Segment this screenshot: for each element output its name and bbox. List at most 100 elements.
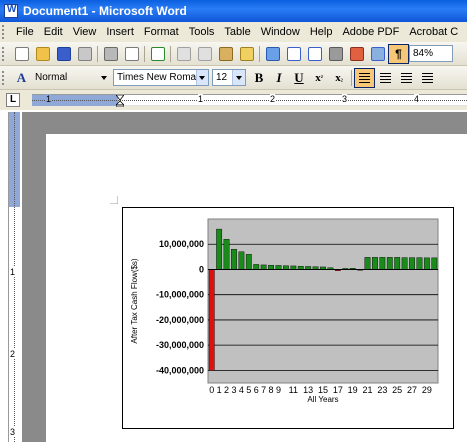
print-preview-button[interactable]	[121, 44, 142, 64]
style-value: Normal	[35, 72, 68, 83]
align-center-button[interactable]	[375, 68, 396, 88]
style-combobox[interactable]: Normal	[32, 69, 110, 86]
align-right-button[interactable]	[396, 68, 417, 88]
toolbar-separator	[170, 45, 171, 62]
x-axis-title: All Years	[307, 395, 338, 404]
font-combobox[interactable]: Times New Roman	[113, 69, 209, 86]
horizontal-ruler[interactable]: 1 1 2 3 4	[32, 94, 467, 107]
save-button[interactable]	[53, 44, 74, 64]
x-tick-label: 4	[239, 385, 244, 395]
ruler-number: 4	[414, 94, 420, 104]
drawing-button[interactable]	[346, 44, 367, 64]
bar	[372, 257, 378, 270]
columns-button[interactable]	[325, 44, 346, 64]
window-title: Document1 - Microsoft Word	[23, 4, 187, 18]
print-button[interactable]	[100, 44, 121, 64]
document-map-icon	[370, 46, 385, 61]
open-button[interactable]	[32, 44, 53, 64]
x-tick-label: 29	[422, 385, 432, 395]
menu-acrobat-comments[interactable]: Acrobat C	[404, 26, 463, 38]
bar	[364, 257, 371, 270]
print-preview-icon	[124, 46, 139, 61]
bar	[379, 257, 386, 270]
y-tick-label: -30,000,000	[156, 340, 204, 350]
x-tick-label: 21	[363, 385, 373, 395]
horizontal-ruler-row: L 1 1 2 3 4	[0, 90, 467, 110]
word-app-icon[interactable]	[4, 4, 18, 18]
tab-selector-button[interactable]: L	[6, 93, 20, 107]
ruler-number: 3	[342, 94, 348, 104]
style-dropdown-arrow[interactable]	[97, 70, 110, 85]
copy-icon	[197, 46, 212, 61]
cut-button[interactable]	[173, 44, 194, 64]
menu-help[interactable]: Help	[305, 26, 338, 38]
menu-tools[interactable]: Tools	[184, 26, 220, 38]
document-map-button[interactable]	[367, 44, 388, 64]
menu-bar: File Edit View Insert Format Tools Table…	[0, 22, 467, 42]
bar	[260, 264, 267, 270]
menu-insert[interactable]: Insert	[101, 26, 139, 38]
menu-file[interactable]: File	[11, 26, 39, 38]
format-painter-button[interactable]	[236, 44, 257, 64]
x-tick-label: 19	[348, 385, 358, 395]
x-tick-label: 1	[217, 385, 222, 395]
scissors-icon	[176, 46, 191, 61]
bar	[238, 251, 245, 270]
plot-area	[207, 218, 439, 384]
spelling-button[interactable]	[147, 44, 168, 64]
insert-table-button[interactable]	[304, 44, 325, 64]
font-size-value: 12	[216, 72, 228, 83]
toolbar-separator	[259, 45, 260, 62]
bar	[253, 264, 260, 270]
align-right-icon	[401, 72, 412, 83]
bar	[245, 254, 252, 270]
paste-button[interactable]	[215, 44, 236, 64]
vruler-number: 2	[10, 349, 16, 359]
toolbar-separator	[97, 45, 98, 62]
insert-hyperlink-button[interactable]	[262, 44, 283, 64]
italic-button[interactable]: I	[269, 68, 289, 88]
toolbar-grip-handle[interactable]	[2, 46, 8, 61]
x-tick-label: 8	[269, 385, 274, 395]
clipboard-icon	[218, 46, 233, 61]
toolbar-grip-handle[interactable]	[2, 70, 8, 85]
y-tick-label: -10,000,000	[156, 290, 204, 300]
show-hide-formatting-button[interactable]: ¶	[388, 43, 409, 64]
bar	[216, 228, 223, 270]
menu-format[interactable]: Format	[139, 26, 184, 38]
font-dropdown-arrow[interactable]	[195, 70, 208, 85]
font-size-dropdown-arrow[interactable]	[232, 70, 245, 85]
menu-table[interactable]: Table	[219, 26, 255, 38]
indent-marker-handle[interactable]	[116, 95, 124, 107]
bar	[275, 265, 282, 270]
permission-button[interactable]	[74, 44, 95, 64]
menu-window[interactable]: Window	[256, 26, 305, 38]
x-tick-label: 7	[261, 385, 266, 395]
document-area[interactable]: -40,000,000 -30,000,000 -20,000,000 -10,000…	[22, 112, 467, 442]
y-tick-label: -20,000,000	[156, 315, 204, 325]
menu-grip-handle[interactable]	[2, 25, 8, 39]
menu-edit[interactable]: Edit	[39, 26, 68, 38]
styles-formatting-button[interactable]: A	[11, 68, 32, 88]
tables-borders-button[interactable]	[283, 44, 304, 64]
subscript-button[interactable]: x₂	[329, 68, 349, 88]
vertical-ruler[interactable]: 1 2 3	[8, 112, 20, 442]
bar	[409, 257, 415, 270]
bar	[223, 238, 230, 270]
menu-adobe-pdf[interactable]: Adobe PDF	[337, 26, 404, 38]
underline-button[interactable]: U	[289, 68, 309, 88]
justify-button[interactable]	[417, 68, 438, 88]
align-left-button[interactable]	[354, 67, 375, 88]
menu-view[interactable]: View	[68, 26, 102, 38]
zoom-combobox[interactable]: 84%	[409, 45, 453, 62]
font-value: Times New Roman	[117, 72, 196, 83]
embedded-chart[interactable]: -40,000,000 -30,000,000 -20,000,000 -10,000…	[122, 207, 454, 429]
bold-button[interactable]: B	[249, 68, 269, 88]
font-size-combobox[interactable]: 12	[212, 69, 246, 86]
copy-button[interactable]	[194, 44, 215, 64]
ruler-number: 2	[270, 94, 276, 104]
document-page[interactable]: -40,000,000 -30,000,000 -20,000,000 -10,000…	[46, 134, 467, 442]
new-document-button[interactable]	[11, 44, 32, 64]
vruler-number: 3	[10, 427, 16, 437]
superscript-button[interactable]: x²	[309, 68, 329, 88]
